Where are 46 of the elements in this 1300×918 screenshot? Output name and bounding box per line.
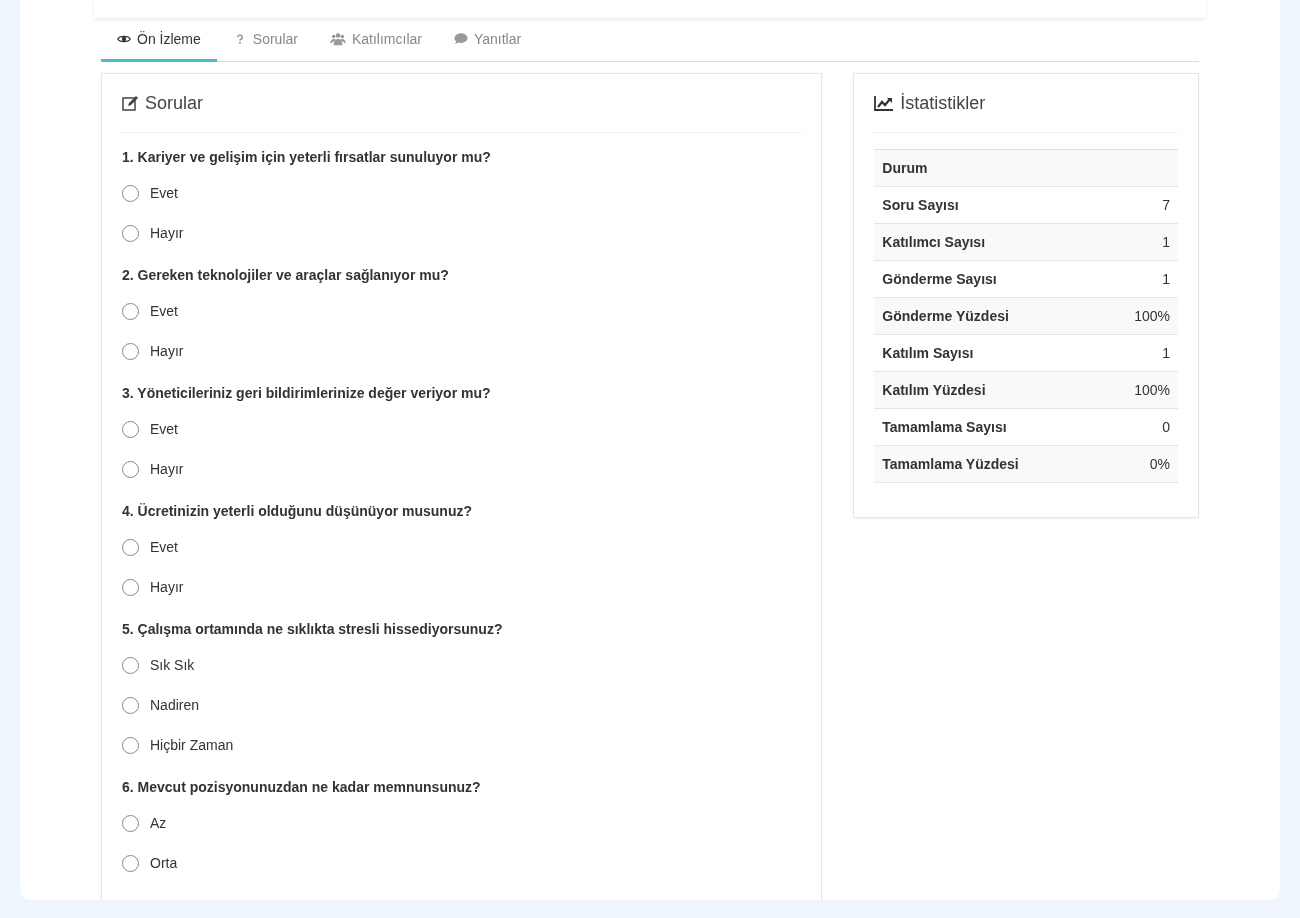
tab[interactable]: Katılımcılar — [313, 18, 438, 62]
speech-bubble-icon — [453, 31, 468, 46]
stat-label: Gönderme Sayısı — [882, 271, 997, 287]
stat-label: Gönderme Yüzdesi — [882, 308, 1009, 324]
option-label: Az — [150, 815, 167, 831]
option-label: Evet — [150, 421, 178, 437]
stat-value: 1 — [1162, 271, 1170, 287]
users-icon — [329, 31, 346, 46]
question-text: 2. Gereken teknolojiler ve araçlar sağlanıyor mu? — [122, 267, 450, 283]
option-label: Evet — [150, 303, 178, 319]
card-title: İstatistikler — [900, 92, 986, 114]
option-label: Hayır — [150, 579, 184, 595]
option-label: Orta — [150, 855, 178, 871]
stat-value: 7 — [1162, 197, 1170, 213]
edit-icon — [122, 95, 139, 111]
question-text: 4. Ücretinizin yeterli olduğunu düşünüyor musunuz? — [122, 503, 473, 519]
stat-label: Tamamlama Yüzdesi — [882, 456, 1019, 472]
stat-value: 100% — [1134, 382, 1170, 398]
option-label: Evet — [150, 185, 178, 201]
option-label: Evet — [150, 539, 178, 555]
line-chart-icon — [874, 95, 895, 111]
stat-value: 0 — [1162, 419, 1170, 435]
card-title: Sorular — [145, 92, 204, 114]
stat-label: Katılımcı Sayısı — [882, 234, 986, 250]
tab[interactable]: Ön İzleme — [101, 18, 217, 62]
option-label: Hayır — [150, 461, 184, 477]
option-label: Hayır — [150, 343, 184, 359]
tab[interactable]: Sorular — [216, 18, 314, 62]
option-label: Sık Sık — [150, 657, 195, 673]
stat-value: 1 — [1162, 234, 1170, 250]
tab[interactable]: Yanıtlar — [437, 18, 538, 62]
question-text: 3. Yöneticileriniz geri bildirimlerinize değer veriyor mu? — [122, 385, 492, 401]
stat-value: 1 — [1162, 345, 1170, 361]
stat-label: Katılım Yüzdesi — [882, 382, 986, 398]
stat-value: 0% — [1149, 456, 1170, 472]
option-label: Nadiren — [150, 697, 200, 713]
stat-label: Katılım Sayısı — [882, 345, 974, 361]
stat-value: 100% — [1134, 308, 1170, 324]
stat-label: Soru Sayısı — [882, 197, 959, 213]
question-text: 6. Mevcut pozisyonunuzdan ne kadar memnunsunuz? — [122, 779, 482, 795]
question-text: 5. Çalışma ortamında ne sıklıkta stresli hissediyorsunuz? — [122, 621, 504, 637]
option-label: Hayır — [150, 225, 184, 241]
stat-label: Durum — [882, 160, 928, 176]
stat-label: Tamamlama Sayısı — [882, 419, 1007, 435]
option-label: Hiçbir Zaman — [150, 737, 234, 753]
question-text: 1. Kariyer ve gelişim için yeterli fırsatlar sunuluyor mu? — [122, 149, 492, 165]
